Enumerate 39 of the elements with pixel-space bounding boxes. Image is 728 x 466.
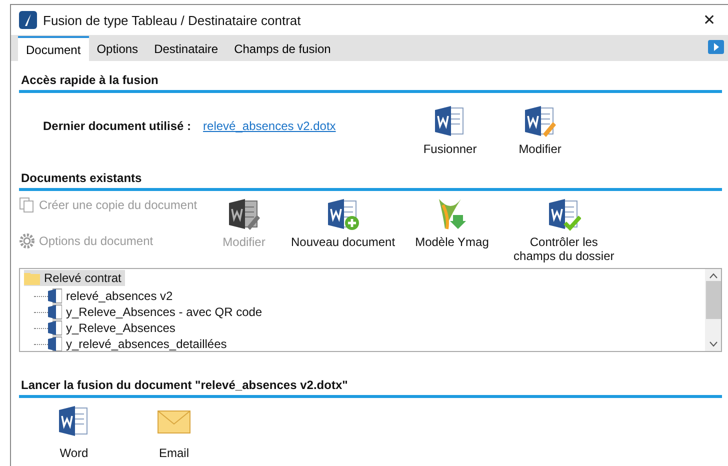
play-icon[interactable] xyxy=(708,40,724,54)
tree-item[interactable]: y_relevé_absences_detaillées xyxy=(48,336,231,352)
folder-icon xyxy=(24,271,40,285)
window-title: Fusion de type Tableau / Destinataire contrat xyxy=(43,12,302,28)
tab[interactable]: Options xyxy=(88,38,146,60)
field-label: Dernier document utilisé : xyxy=(43,119,192,133)
tree-item[interactable]: y_Releve_Absences - avec QR code xyxy=(48,304,266,320)
tree-folder[interactable]: Relevé contrat xyxy=(24,270,126,286)
toolbar-button[interactable]: Fusionner xyxy=(423,104,478,156)
document-icon xyxy=(48,336,62,352)
toolbar-button[interactable]: Word xyxy=(47,404,101,460)
app-logo-icon xyxy=(19,11,37,29)
copy-icon xyxy=(19,197,35,213)
section-heading: Documents existants xyxy=(19,163,722,191)
document-icon xyxy=(48,288,62,304)
document-pencil-icon xyxy=(523,104,558,138)
tab[interactable]: Champs de fusion xyxy=(226,38,339,60)
document-icon xyxy=(48,320,62,336)
tab[interactable]: Destinataire xyxy=(146,38,226,60)
document-link[interactable]: relevé_absences v2.dotx xyxy=(203,119,424,133)
tree-item[interactable]: y_Releve_Absences xyxy=(48,320,180,336)
document-icon xyxy=(48,304,62,320)
toolbar-button[interactable]: Email xyxy=(147,404,201,460)
document-plus-icon xyxy=(326,197,360,231)
toolbar-button[interactable]: Nouveau document xyxy=(291,197,396,250)
toolbar-button[interactable]: Contrôler les champs du dossier xyxy=(508,197,619,264)
toolbar-button[interactable]: Modifier xyxy=(513,104,568,156)
scroll-up-icon[interactable] xyxy=(708,273,718,279)
gear-icon xyxy=(19,233,35,249)
section-heading: Lancer la fusion du document "relevé_absences v2.dotx" xyxy=(19,370,722,398)
tree-item[interactable]: relevé_absences v2 xyxy=(48,288,177,304)
close-button[interactable]: ✕ xyxy=(691,11,728,29)
document-pencil-icon xyxy=(227,197,261,231)
scroll-down-icon[interactable] xyxy=(708,341,718,347)
toolbar-button[interactable]: Modèle Ymag xyxy=(415,197,489,250)
document-check-icon xyxy=(546,197,581,231)
section-heading: Accès rapide à la fusion xyxy=(19,65,722,93)
tab[interactable]: Document xyxy=(18,36,89,61)
scroll-thumb[interactable] xyxy=(706,281,720,319)
